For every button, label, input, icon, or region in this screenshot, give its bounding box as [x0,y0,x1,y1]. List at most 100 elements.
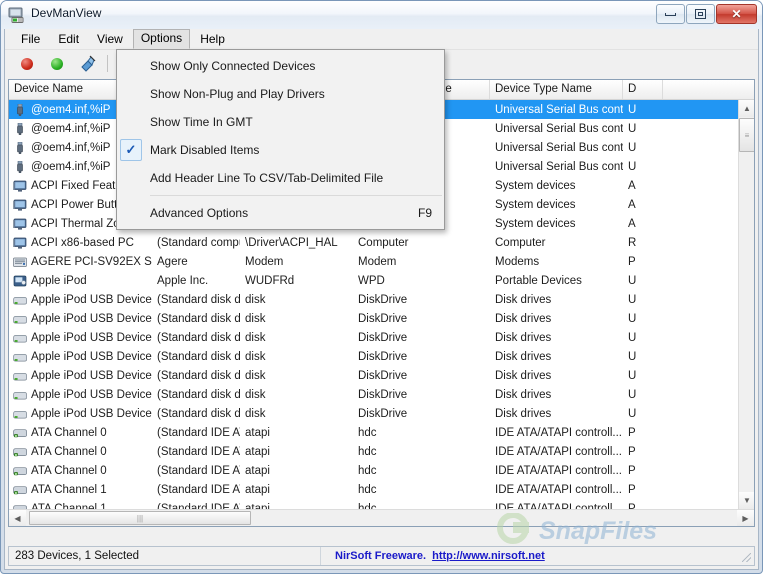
table-row[interactable]: Apple iPod USB Device (Standard disk driv… [9,366,754,385]
table-cell: Apple iPod USB Device [9,313,152,325]
table-cell: Computer [353,237,490,249]
table-cell: U [623,332,663,344]
table-row[interactable]: AGERE PCI-SV92EX So... Agere Modem Modem Mod… [9,252,754,271]
menu-option-mark-disabled-items[interactable]: ✓ Mark Disabled Items [117,136,444,164]
close-button[interactable]: ✕ [716,4,757,24]
menu-option-add-header-line-to-csv-tab-delimited-file[interactable]: Add Header Line To CSV/Tab-Delimited Fil… [117,164,444,192]
table-cell-text: Computer [495,236,546,249]
status-device-count: 283 Devices, 1 Selected [9,547,321,565]
table-cell: (Standard disk drives) [152,408,240,420]
table-cell: disk [240,370,353,382]
table-cell: DiskDrive [353,332,490,344]
menu-option-shortcut: F9 [417,206,432,220]
checkmark-icon: ✓ [120,139,142,161]
table-cell-text: Universal Serial Bus cont... [495,103,623,116]
table-cell: DiskDrive [353,408,490,420]
table-cell-text: @oem4.inf,%iP [31,160,111,173]
menu-view[interactable]: View [89,30,131,49]
table-cell: Apple iPod USB Device [9,408,152,420]
menu-option-show-time-in-gmt[interactable]: Show Time In GMT [117,108,444,136]
table-row[interactable]: ATA Channel 1(Standard IDE ATA/ATA...ata… [9,480,754,499]
table-cell-text: Universal Serial Bus cont... [495,160,623,173]
table-cell-text: hdc [358,445,377,458]
disable-device-button[interactable] [17,54,37,74]
scroll-up-button[interactable]: ▲ [739,100,754,117]
ata-icon [13,447,27,456]
vertical-scrollbar[interactable]: ▲ ≡ ▼ [738,100,754,509]
menu-option-label: Show Time In GMT [150,115,253,129]
table-cell: (Standard IDE ATA/ATA... [152,465,240,477]
table-cell-text: IDE ATA/ATAPI controll... [495,445,622,458]
table-row[interactable]: Apple iPod USB Device (Standard disk driv… [9,309,754,328]
table-cell-text: R [628,236,637,249]
table-cell-text: U [628,312,637,325]
table-cell: DiskDrive [353,294,490,306]
refresh-button[interactable] [77,54,97,74]
table-row[interactable]: ATA Channel 0 (Standard IDE ATA/ATA... ata… [9,423,754,442]
enable-device-button[interactable] [47,54,67,74]
usb-icon [17,122,23,135]
menu-edit[interactable]: Edit [50,30,87,49]
ipod-icon [13,275,27,286]
table-cell: Modems [490,256,623,268]
table-cell-text: WPD [358,274,385,287]
horizontal-scrollbar[interactable]: ◀ ||| ▶ [9,509,754,526]
table-cell: DiskDrive [353,370,490,382]
table-cell: U [623,275,663,287]
table-cell: disk [240,294,353,306]
menu-option-show-non-plug-and-play-drivers[interactable]: Show Non-Plug and Play Drivers [117,80,444,108]
menu-options[interactable]: Options [132,29,191,49]
monitor-icon [13,218,27,230]
table-cell: U [623,408,663,420]
table-row[interactable]: ATA Channel 1(Standard IDE ATA/ATA...ata… [9,499,754,509]
vertical-scrollbar-thumb[interactable]: ≡ [739,118,754,152]
table-row[interactable]: ATA Channel 0 (Standard IDE ATA/ATA... ata… [9,442,754,461]
ata-icon [13,466,27,475]
table-cell-text: Disk drives [495,293,552,306]
table-cell-text: (Standard IDE ATA/ATA... [157,426,240,439]
table-row[interactable]: Apple iPod USB Device (Standard disk driv… [9,385,754,404]
table-cell: P [623,484,663,496]
usb-icon [17,160,23,173]
menu-option-label: Mark Disabled Items [150,143,260,157]
table-cell: (Standard IDE ATA/ATA... [152,427,240,439]
minimize-button[interactable] [656,4,685,24]
column-header-truncated[interactable]: D [623,80,663,99]
scroll-right-button[interactable]: ▶ [737,510,754,526]
table-cell-text: (Standard disk drives) [157,369,240,382]
table-cell: atapi [240,446,353,458]
options-dropdown-menu[interactable]: Show Only Connected Devices Show Non-Plug… [116,49,445,230]
table-cell: atapi [240,484,353,496]
table-row[interactable]: Apple iPod USB Device (Standard disk driv… [9,404,754,423]
menu-option-show-only-connected-devices[interactable]: Show Only Connected Devices [117,52,444,80]
table-cell: Universal Serial Bus cont... [490,123,623,135]
menu-option-advanced-options[interactable]: Advanced Options F9 [117,199,444,227]
column-header-device-type-name[interactable]: Device Type Name [490,80,623,99]
table-cell: IDE ATA/ATAPI controll... [490,427,623,439]
table-cell: A [623,180,663,192]
table-cell: A [623,218,663,230]
table-cell-text: (Standard IDE ATA/ATA... [157,464,240,477]
resize-grip[interactable] [740,547,754,565]
usb-icon [17,141,23,154]
table-cell: R [623,237,663,249]
table-cell: WPD [353,275,490,287]
table-row[interactable]: ACPI x86-based PC (Standard computers) \Dr… [9,233,754,252]
table-cell-text: Agere [157,255,188,268]
menu-file[interactable]: File [13,30,48,49]
table-row[interactable]: Apple iPod USB Device (Standard disk driv… [9,347,754,366]
scroll-left-button[interactable]: ◀ [9,510,26,526]
disk-icon [13,353,27,361]
table-row[interactable]: ATA Channel 0 (Standard IDE ATA/ATA... ata… [9,461,754,480]
horizontal-scrollbar-thumb[interactable]: ||| [29,511,251,525]
table-row[interactable]: Apple iPod USB Device (Standard disk driv… [9,328,754,347]
status-website-link[interactable]: http://www.nirsoft.net [432,550,545,562]
maximize-button[interactable] [686,4,715,24]
table-cell-text: Apple iPod USB Device [31,312,152,325]
scroll-down-button[interactable]: ▼ [739,492,754,509]
table-cell-text: Disk drives [495,331,552,344]
menu-help[interactable]: Help [192,30,233,49]
table-cell: P [623,427,663,439]
table-row[interactable]: Apple iPod USB Device (Standard disk driv… [9,290,754,309]
table-row[interactable]: Apple iPod Apple Inc. WUDFRd WPD Portable De… [9,271,754,290]
